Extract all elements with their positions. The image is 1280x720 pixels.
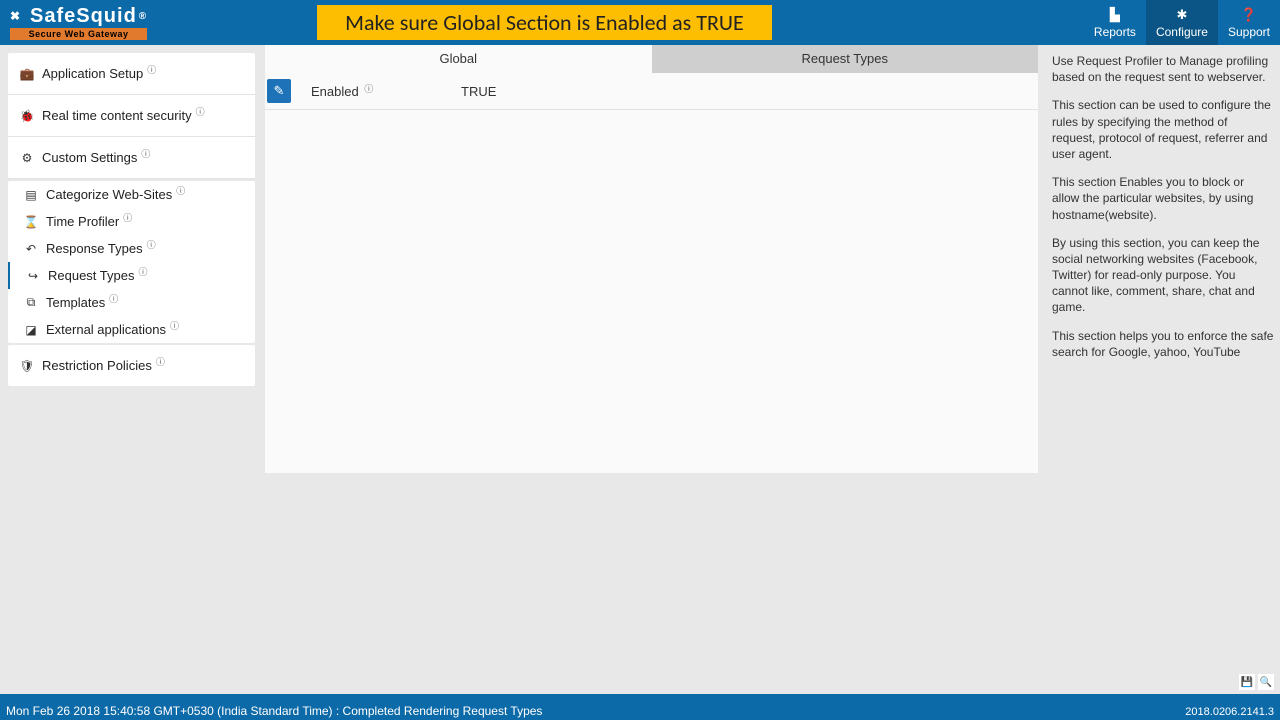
- tab-request-types[interactable]: Request Types: [652, 45, 1039, 73]
- top-nav: ▙ Reports ✱ Configure ❓ Support: [1084, 0, 1280, 45]
- sidebar-item-restriction[interactable]: 🛡 Restriction Policies ⓘ: [8, 345, 255, 386]
- sidebar-label: Restriction Policies: [42, 358, 152, 373]
- info-icon: ⓘ: [156, 355, 165, 368]
- share-nodes-icon: ✱: [1177, 7, 1188, 23]
- logo-text: SafeSquid: [30, 5, 137, 28]
- content: Global Request Types ✎ Enabled ⓘ TRUE Us…: [255, 45, 1280, 694]
- setting-label-text: Enabled: [311, 84, 359, 99]
- edit-icon: ✎: [274, 83, 285, 99]
- center-column: Global Request Types ✎ Enabled ⓘ TRUE: [255, 45, 1046, 694]
- search-icon: 🔍: [1260, 677, 1272, 688]
- sidebar-item-app-setup[interactable]: 💼 Application Setup ⓘ: [8, 53, 255, 94]
- sidebar-label: Response Types: [46, 241, 143, 256]
- help-column: Use Request Profiler to Manage profiling…: [1046, 45, 1280, 694]
- sidebar-item-templates[interactable]: ⧉ Templates ⓘ: [8, 289, 255, 316]
- search-button[interactable]: 🔍: [1258, 674, 1274, 690]
- info-icon: ⓘ: [138, 265, 147, 278]
- sidebar-item-time-profiler[interactable]: ⌛ Time Profiler ⓘ: [8, 208, 255, 235]
- help-text: By using this section, you can keep the …: [1052, 235, 1274, 316]
- nav-configure-label: Configure: [1156, 25, 1208, 39]
- info-icon: ⓘ: [170, 319, 179, 332]
- sidebar-item-realtime[interactable]: 🐞 Real time content security ⓘ: [8, 95, 255, 136]
- sidebar-item-categorize[interactable]: ▤ Categorize Web-Sites ⓘ: [8, 181, 255, 208]
- footer-icon-group: 💾 🔍: [1239, 674, 1274, 690]
- info-icon: ⓘ: [196, 105, 205, 118]
- nav-support[interactable]: ❓ Support: [1218, 0, 1280, 45]
- info-icon: ⓘ: [147, 238, 156, 251]
- sidebar-label: Real time content security: [42, 108, 192, 123]
- sidebar-label: Templates: [46, 295, 105, 310]
- info-icon: ⓘ: [109, 292, 118, 305]
- version-text: 2018.0206.2141.3: [1185, 706, 1274, 718]
- info-icon: ⓘ: [364, 84, 373, 94]
- logo-reg: ®: [139, 11, 147, 22]
- logo-icon: [10, 9, 26, 25]
- help-text: This section helps you to enforce the sa…: [1052, 328, 1274, 360]
- sidebar-label: Application Setup: [42, 66, 143, 81]
- tabs: Global Request Types: [265, 45, 1038, 73]
- footer: Mon Feb 26 2018 15:40:58 GMT+0530 (India…: [0, 694, 1280, 720]
- info-icon: ⓘ: [123, 211, 132, 224]
- global-panel: ✎ Enabled ⓘ TRUE: [265, 73, 1038, 473]
- edit-button[interactable]: ✎: [267, 79, 291, 103]
- info-icon: ⓘ: [141, 147, 150, 160]
- banner-message: Make sure Global Section is Enabled as T…: [317, 5, 772, 40]
- hourglass-icon: ⌛: [24, 215, 38, 229]
- top-bar: SafeSquid ® Secure Web Gateway Make sure…: [0, 0, 1280, 45]
- help-text: This section can be used to configure th…: [1052, 97, 1274, 162]
- sidebar-label: Time Profiler: [46, 214, 119, 229]
- nav-configure[interactable]: ✱ Configure: [1146, 0, 1218, 45]
- briefcase-icon: 💼: [20, 67, 34, 81]
- sidebar-label: External applications: [46, 322, 166, 337]
- sidebar: 💼 Application Setup ⓘ 🐞 Real time conten…: [0, 45, 255, 694]
- info-icon: ⓘ: [147, 63, 156, 76]
- list-icon: ▤: [24, 188, 38, 202]
- setting-row-enabled: ✎ Enabled ⓘ TRUE: [265, 73, 1038, 110]
- logo-subtitle: Secure Web Gateway: [10, 28, 147, 40]
- question-icon: ❓: [1241, 7, 1257, 23]
- help-text: Use Request Profiler to Manage profiling…: [1052, 53, 1274, 85]
- info-icon: ⓘ: [176, 184, 185, 197]
- tab-global[interactable]: Global: [265, 45, 652, 73]
- sliders-icon: ⚙: [20, 151, 34, 165]
- bug-icon: 🐞: [20, 109, 34, 123]
- help-text: This section Enables you to block or all…: [1052, 174, 1274, 223]
- save-button[interactable]: 💾: [1239, 674, 1255, 690]
- setting-label: Enabled ⓘ: [311, 84, 451, 99]
- nav-support-label: Support: [1228, 25, 1270, 39]
- reply-icon: ↶: [24, 242, 38, 256]
- sidebar-item-request-types[interactable]: ↪ Request Types ⓘ: [8, 262, 255, 289]
- main-row: 💼 Application Setup ⓘ 🐞 Real time conten…: [0, 45, 1280, 694]
- sidebar-item-external-apps[interactable]: ◪ External applications ⓘ: [8, 316, 255, 343]
- setting-value: TRUE: [461, 84, 496, 99]
- app-icon: ◪: [24, 323, 38, 337]
- template-icon: ⧉: [24, 295, 38, 310]
- save-icon: 💾: [1241, 677, 1253, 688]
- sidebar-label: Categorize Web-Sites: [46, 187, 172, 202]
- shield-icon: 🛡: [20, 359, 34, 373]
- forward-icon: ↪: [26, 269, 40, 283]
- sidebar-label: Custom Settings: [42, 150, 137, 165]
- sidebar-item-response-types[interactable]: ↶ Response Types ⓘ: [8, 235, 255, 262]
- nav-reports[interactable]: ▙ Reports: [1084, 0, 1146, 45]
- logo[interactable]: SafeSquid ® Secure Web Gateway: [0, 5, 157, 40]
- nav-reports-label: Reports: [1094, 25, 1136, 39]
- sidebar-label: Request Types: [48, 268, 134, 283]
- bar-chart-icon: ▙: [1110, 7, 1120, 23]
- status-text: Mon Feb 26 2018 15:40:58 GMT+0530 (India…: [6, 704, 542, 718]
- sidebar-item-custom[interactable]: ⚙ Custom Settings ⓘ: [8, 137, 255, 178]
